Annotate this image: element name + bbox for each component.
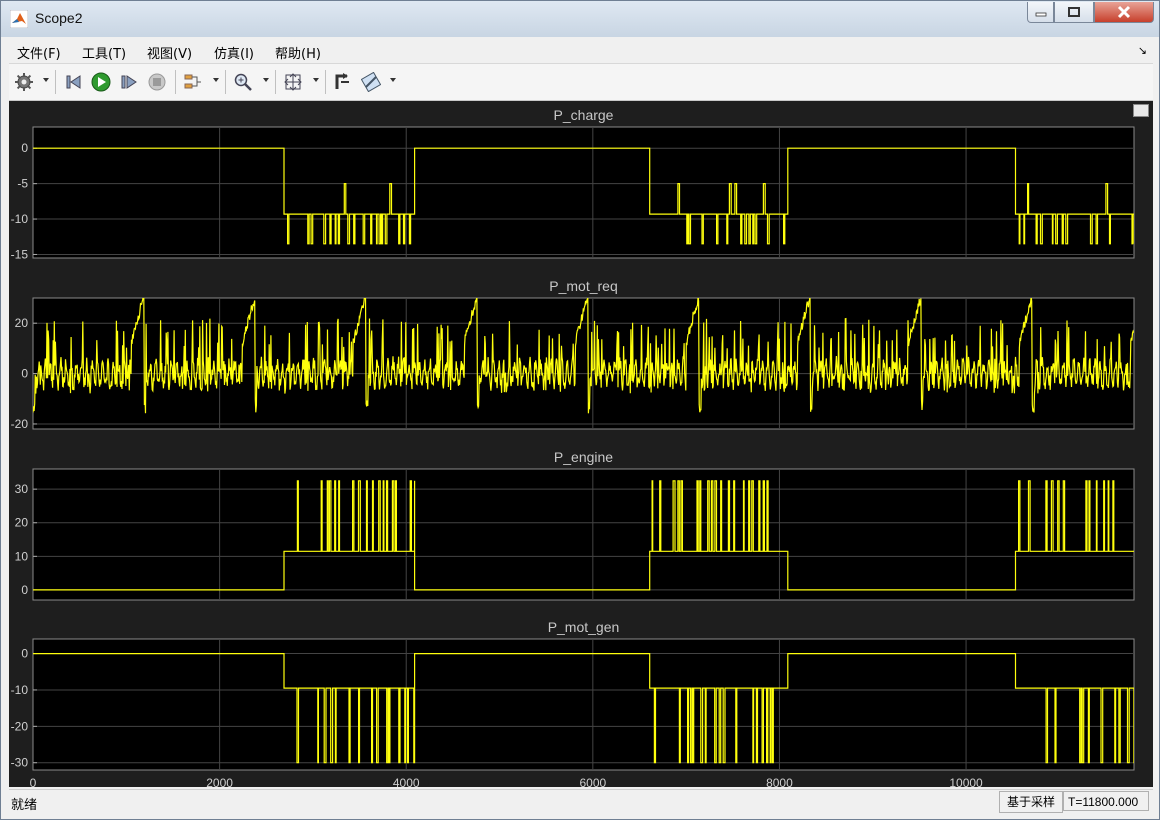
x-tick-label: 6000 (579, 776, 606, 787)
close-button[interactable] (1094, 2, 1154, 23)
axes-title-P_mot_gen: P_mot_gen (548, 619, 620, 635)
scope-axes-svg[interactable]: P_charge 0 -5 -10 -15 P_mot_req 20 0 -20 P_engine… (9, 101, 1153, 787)
maximize-icon (1068, 7, 1080, 17)
dock-arrow-icon[interactable]: ↘ (1138, 44, 1147, 57)
y-tick-label: -5 (17, 177, 28, 191)
run-icon[interactable] (90, 71, 112, 93)
y-tick-label: -15 (11, 247, 29, 261)
axes-frame-P_charge (32, 126, 1135, 259)
maximize-button[interactable] (1054, 2, 1094, 23)
close-icon (1117, 5, 1131, 19)
stop-icon[interactable] (146, 71, 168, 93)
y-tick-label: 0 (21, 141, 28, 155)
status-bar: 就绪 基于采样 T=11800.000 (9, 789, 1153, 814)
highlight-icon[interactable] (360, 71, 382, 93)
x-tick-label: 4000 (393, 776, 420, 787)
scope-window: Scope2 文件(F) 工具(T) 视图(V) 仿真(I) 帮助(H) ↘ P… (0, 0, 1160, 820)
y-tick-label: 20 (15, 516, 29, 530)
y-tick-label: 10 (15, 549, 29, 563)
zoom-dropdown-icon[interactable] (263, 78, 269, 82)
y-tick-label: -10 (11, 683, 29, 697)
x-tick-label: 10000 (949, 776, 983, 787)
toolbar-separator (325, 70, 326, 94)
status-sim-time: T=11800.000 (1063, 791, 1149, 811)
cursor-measure-icon[interactable] (332, 71, 354, 93)
undock-icon[interactable] (1133, 104, 1149, 117)
toolbar-separator (275, 70, 276, 94)
x-tick-label: 2000 (206, 776, 233, 787)
toolbar-separator (55, 70, 56, 94)
axes-title-P_engine: P_engine (554, 449, 613, 465)
minimize-button[interactable] (1027, 2, 1054, 23)
menu-help[interactable]: 帮助(H) (275, 43, 321, 62)
y-tick-label: -10 (11, 212, 29, 226)
matlab-logo-icon (10, 10, 28, 28)
title-bar[interactable]: Scope2 (1, 1, 1159, 37)
axes-frame-P_mot_gen (32, 638, 1135, 771)
window-title: Scope2 (35, 10, 83, 26)
status-sample-mode: 基于采样 (999, 791, 1063, 813)
toolbar-separator (175, 70, 176, 94)
fit-to-view-icon[interactable] (282, 71, 304, 93)
minimize-icon (1035, 12, 1046, 17)
step-forward-icon[interactable] (118, 71, 140, 93)
y-tick-label: 0 (21, 367, 28, 381)
toolbar-separator (225, 70, 226, 94)
x-tick-label: 8000 (766, 776, 793, 787)
y-tick-label: -20 (11, 417, 29, 431)
y-tick-label: 30 (15, 482, 29, 496)
menu-view[interactable]: 视图(V) (147, 43, 192, 62)
fit-dropdown-icon[interactable] (313, 78, 319, 82)
menu-bar: 文件(F) 工具(T) 视图(V) 仿真(I) 帮助(H) ↘ (9, 39, 1153, 64)
x-tick-label: 0 (30, 776, 37, 787)
toolbar (9, 64, 1153, 101)
signal-dropdown-icon[interactable] (213, 78, 219, 82)
scope-plot-area[interactable]: P_charge 0 -5 -10 -15 P_mot_req 20 0 -20 P_engine… (9, 101, 1153, 787)
y-tick-label: -30 (11, 756, 29, 770)
y-tick-label: 0 (21, 647, 28, 661)
status-text: 就绪 (11, 798, 38, 813)
menu-tools[interactable]: 工具(T) (82, 43, 126, 62)
signal-select-icon[interactable] (182, 71, 204, 93)
menu-file[interactable]: 文件(F) (17, 43, 61, 62)
zoom-icon[interactable] (232, 71, 254, 93)
gear-icon[interactable] (13, 71, 35, 93)
y-tick-label: 0 (21, 583, 28, 597)
menu-simulation[interactable]: 仿真(I) (214, 43, 254, 62)
axes-title-P_mot_req: P_mot_req (549, 278, 617, 294)
y-tick-label: -20 (11, 719, 29, 733)
y-tick-label: 20 (15, 316, 29, 330)
axes-frame-P_engine (32, 468, 1135, 601)
highlight-dropdown-icon[interactable] (390, 78, 396, 82)
step-back-icon[interactable] (63, 71, 85, 93)
axes-title-P_charge: P_charge (554, 107, 614, 123)
settings-dropdown-icon[interactable] (43, 78, 49, 82)
